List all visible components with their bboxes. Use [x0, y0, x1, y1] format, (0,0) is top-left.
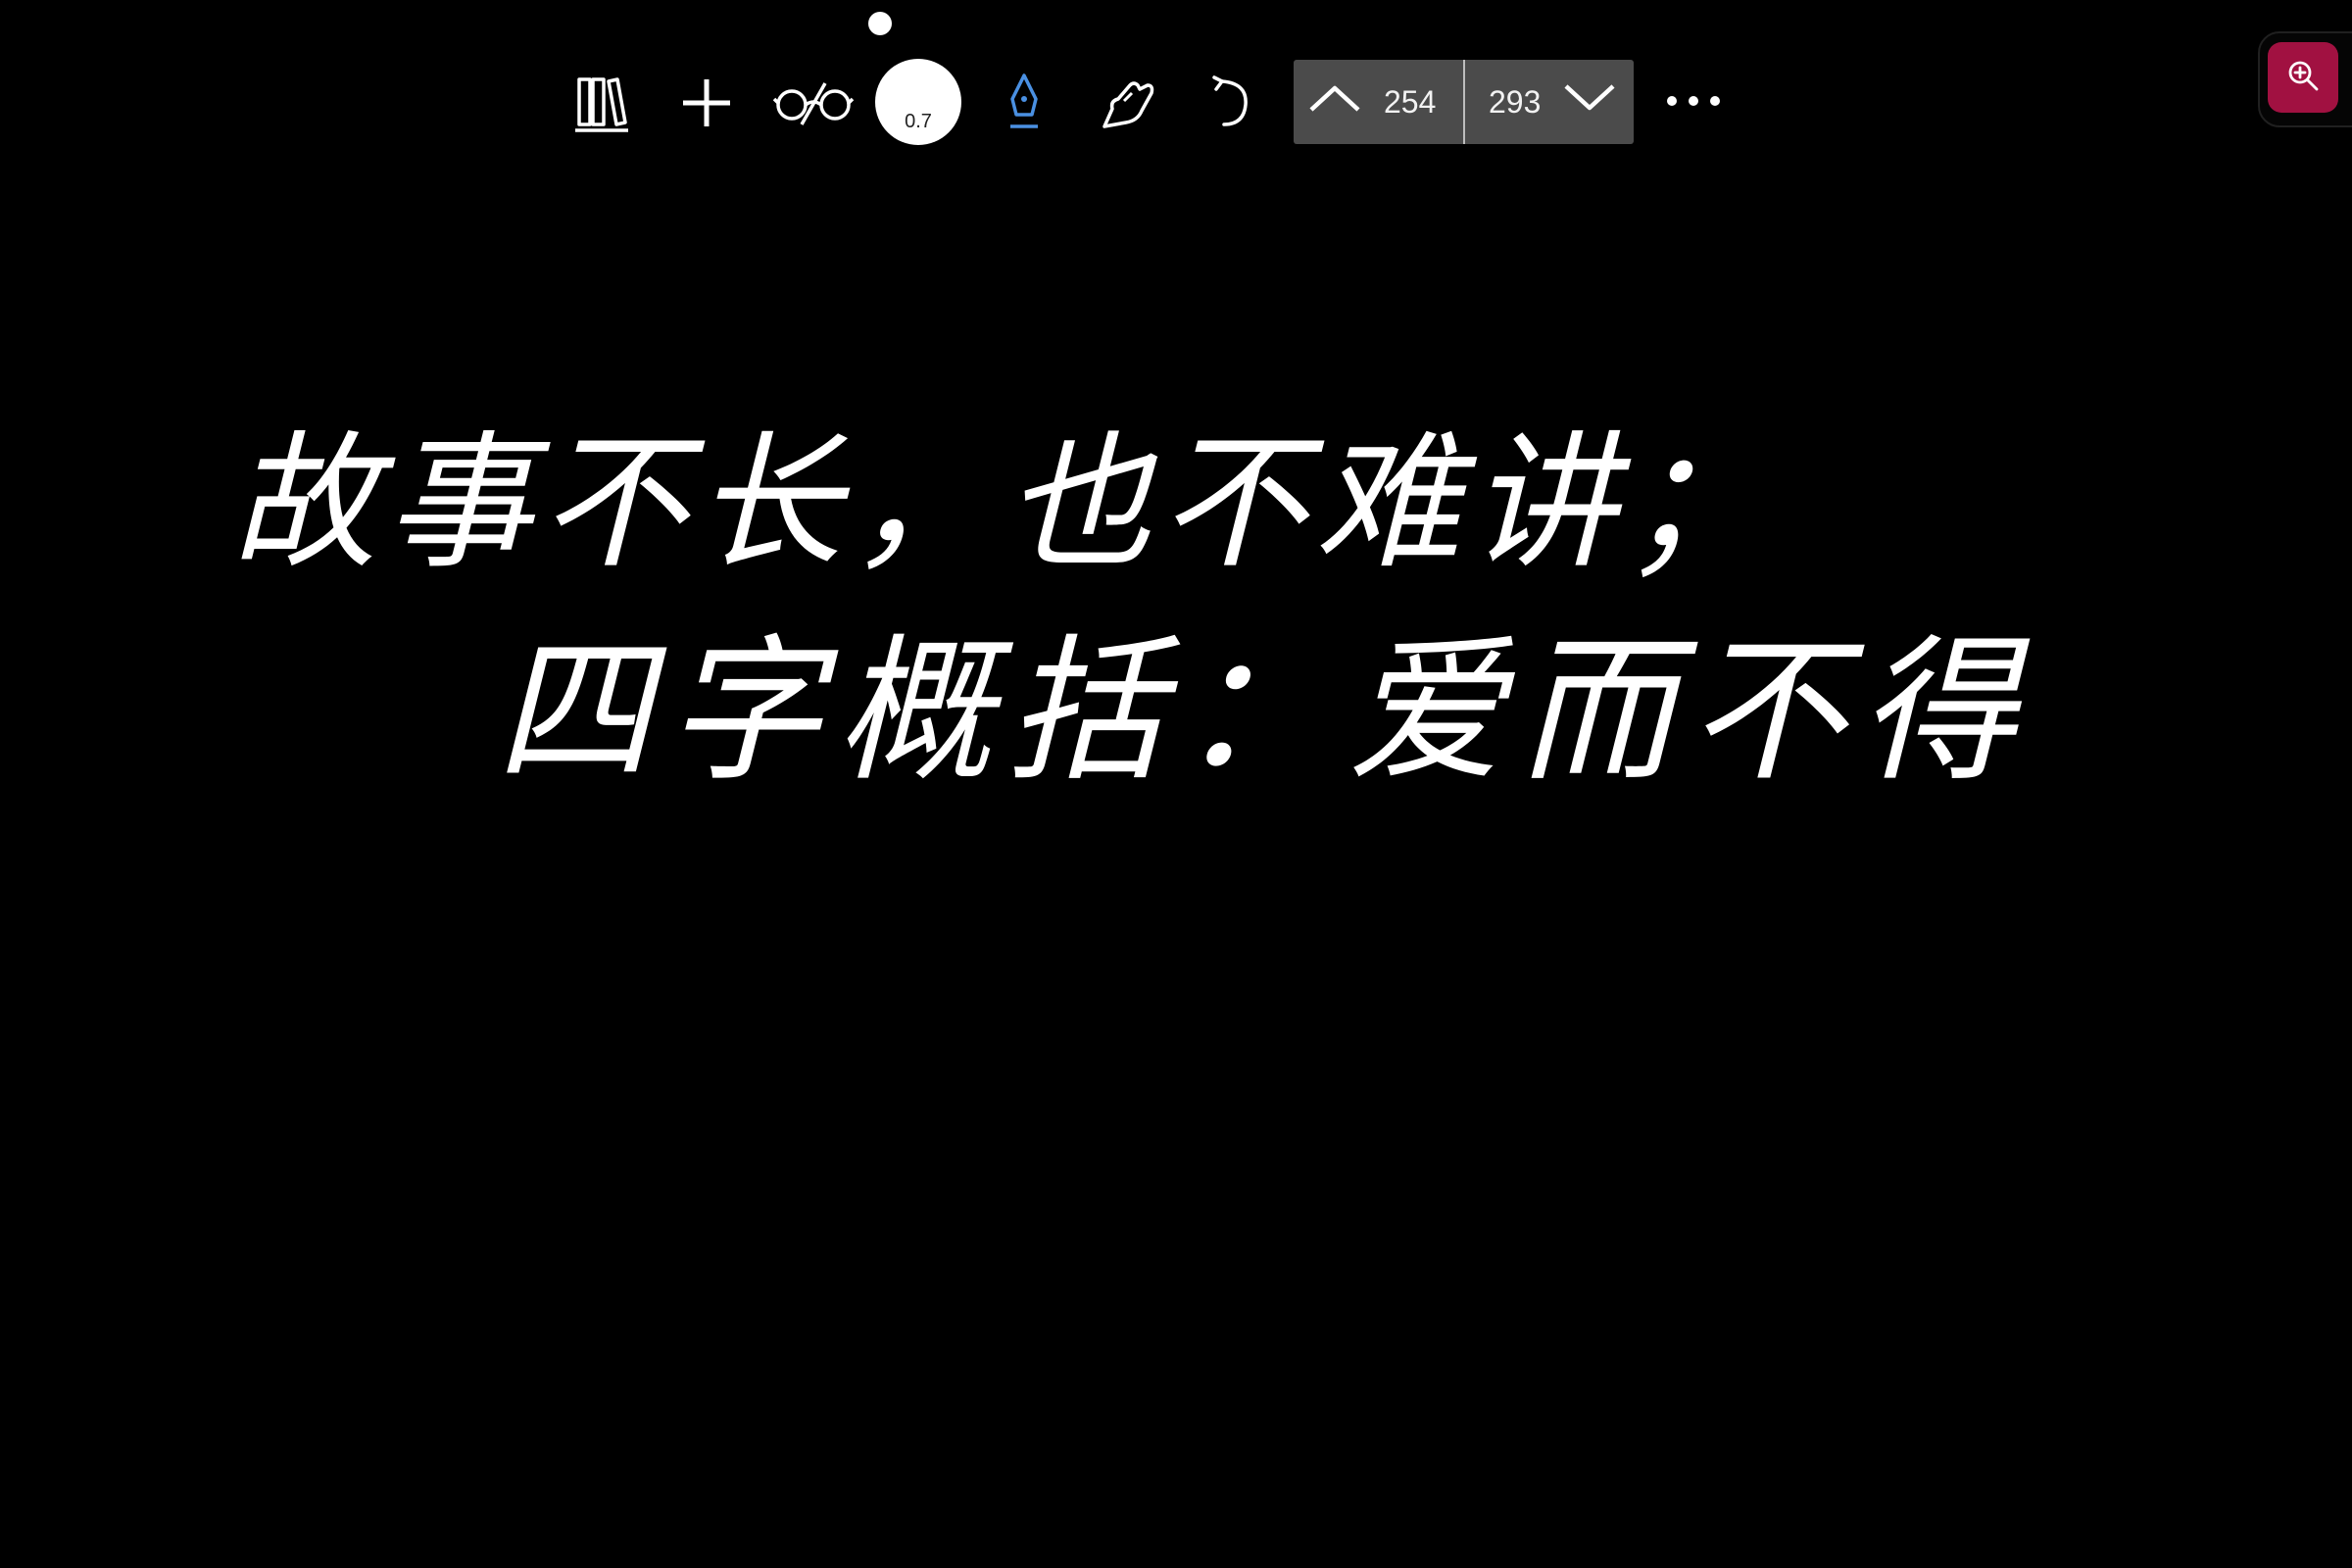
zoom-button[interactable] [2268, 42, 2338, 113]
undo-button[interactable] [1186, 59, 1274, 147]
chevron-up-icon [1307, 82, 1362, 122]
pan-tool-button[interactable] [1084, 59, 1172, 147]
pen-size-button[interactable]: 0.7 [875, 59, 961, 145]
library-button[interactable] [557, 59, 645, 147]
more-options-button[interactable] [1656, 59, 1730, 147]
previous-page-button[interactable]: 254 [1294, 60, 1463, 144]
plus-icon [679, 75, 734, 130]
fountain-pen-icon [1003, 72, 1046, 134]
zoom-in-icon [2286, 59, 2320, 97]
library-books-icon [571, 72, 630, 134]
glasses-icon [772, 75, 855, 130]
previous-page-number: 254 [1384, 83, 1437, 120]
chevron-down-icon [1562, 82, 1617, 122]
next-page-button[interactable]: 293 [1465, 60, 1634, 144]
pen-tool-button[interactable] [980, 59, 1068, 147]
hand-pointer-icon [1097, 72, 1159, 134]
read-mode-button[interactable] [769, 59, 858, 147]
next-page-number: 293 [1489, 83, 1542, 120]
page-navigator: 254 293 [1294, 60, 1634, 144]
undo-icon [1204, 74, 1255, 132]
more-horizontal-icon [1664, 93, 1723, 114]
pen-size-value: 0.7 [905, 111, 932, 132]
drawing-canvas[interactable] [0, 0, 2352, 1568]
add-page-button[interactable] [662, 59, 751, 147]
toolbar: 0.7 254 293 [0, 0, 2352, 196]
